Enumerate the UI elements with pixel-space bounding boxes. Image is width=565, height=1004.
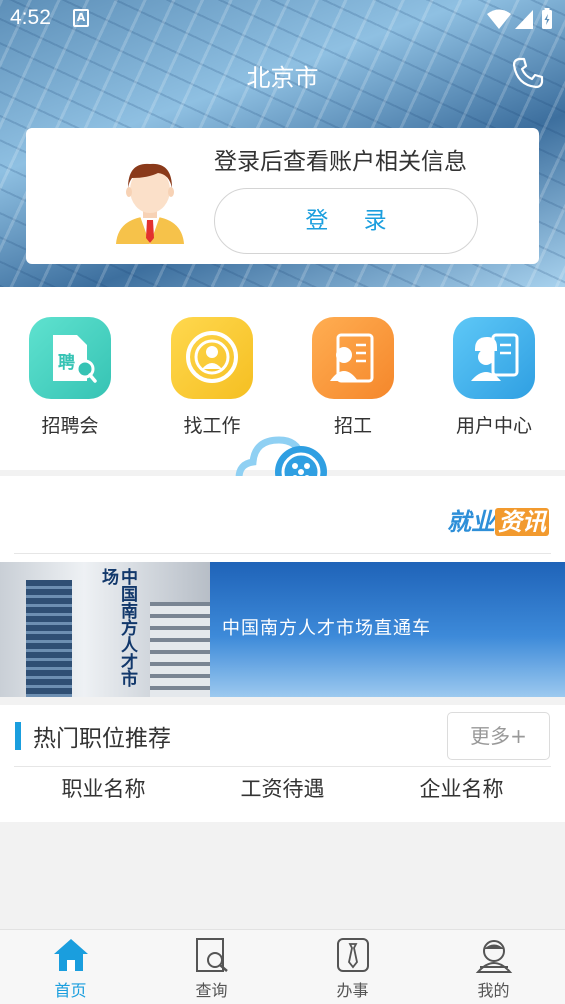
menu-label: 用户中心 <box>455 415 532 437</box>
login-prompt: 登录后查看账户相关信息 <box>214 149 467 175</box>
title-bar: 北京市 <box>0 38 565 108</box>
tie-icon <box>336 938 369 972</box>
notification-icon: A <box>73 9 89 27</box>
news-tag: 就业 资讯 <box>447 502 549 537</box>
tab-label: 查询 <box>195 981 228 1000</box>
column-salary: 工资待遇 <box>240 777 325 801</box>
status-time: 4:52 <box>10 6 51 29</box>
status-bar: 4:52 A <box>0 0 565 38</box>
hot-jobs-section: 热门职位推荐 更多+ 职业名称 工资待遇 企业名称 <box>0 705 565 822</box>
banner-building-image: 中国南方人才市场 <box>0 562 210 697</box>
city-title[interactable]: 北京市 <box>0 58 565 93</box>
divider <box>14 553 551 554</box>
tab-profile[interactable]: 我的 <box>423 930 564 1004</box>
banner-slogan: 中国南方人才市场直通车 <box>222 618 431 639</box>
menu-label: 招聘会 <box>41 415 99 437</box>
divider <box>14 766 551 767</box>
tab-label: 首页 <box>54 981 87 1000</box>
user-center-icon <box>453 317 535 399</box>
job-fair-icon: 聘 <box>29 317 111 399</box>
column-job-name: 职业名称 <box>61 777 146 801</box>
news-tag-part2: 资讯 <box>495 508 549 536</box>
avatar <box>116 163 184 244</box>
tab-label: 我的 <box>477 981 510 1000</box>
tab-search[interactable]: 查询 <box>141 930 282 1004</box>
wifi-icon <box>487 9 511 29</box>
menu-item-job-fair[interactable]: 聘 招聘会 <box>10 317 130 447</box>
profile-icon <box>475 940 512 973</box>
bottom-tab-bar: 首页 查询 办事 我的 <box>0 929 565 1004</box>
section-accent-bar <box>15 722 21 750</box>
tab-services[interactable]: 办事 <box>282 930 423 1004</box>
signal-icon <box>515 10 533 29</box>
news-tag-part1: 就业 <box>447 508 495 536</box>
more-button[interactable]: 更多+ <box>447 712 550 760</box>
section-title: 热门职位推荐 <box>33 726 171 752</box>
employment-news[interactable]: 就业 资讯 <box>0 476 565 562</box>
svg-text:聘: 聘 <box>58 352 75 373</box>
tab-label: 办事 <box>336 981 369 1000</box>
tab-home[interactable]: 首页 <box>0 930 141 1004</box>
phone-icon[interactable] <box>511 56 545 90</box>
promo-banner[interactable]: 中国南方人才市场 中国南方人才市场直通车 <box>0 562 565 697</box>
status-icons <box>487 8 552 29</box>
recruit-icon <box>312 317 394 399</box>
table-header: 职业名称 工资待遇 企业名称 <box>14 769 551 809</box>
menu-item-user-center[interactable]: 用户中心 <box>434 317 554 447</box>
building-sign: 中国南方人才市场 <box>98 568 137 687</box>
column-company: 企业名称 <box>419 777 504 801</box>
search-doc-icon <box>195 938 228 972</box>
login-button[interactable]: 登 录 <box>214 188 478 254</box>
home-icon <box>53 939 88 971</box>
login-card: 登录后查看账户相关信息 登 录 <box>26 128 539 264</box>
find-job-icon <box>171 317 253 399</box>
